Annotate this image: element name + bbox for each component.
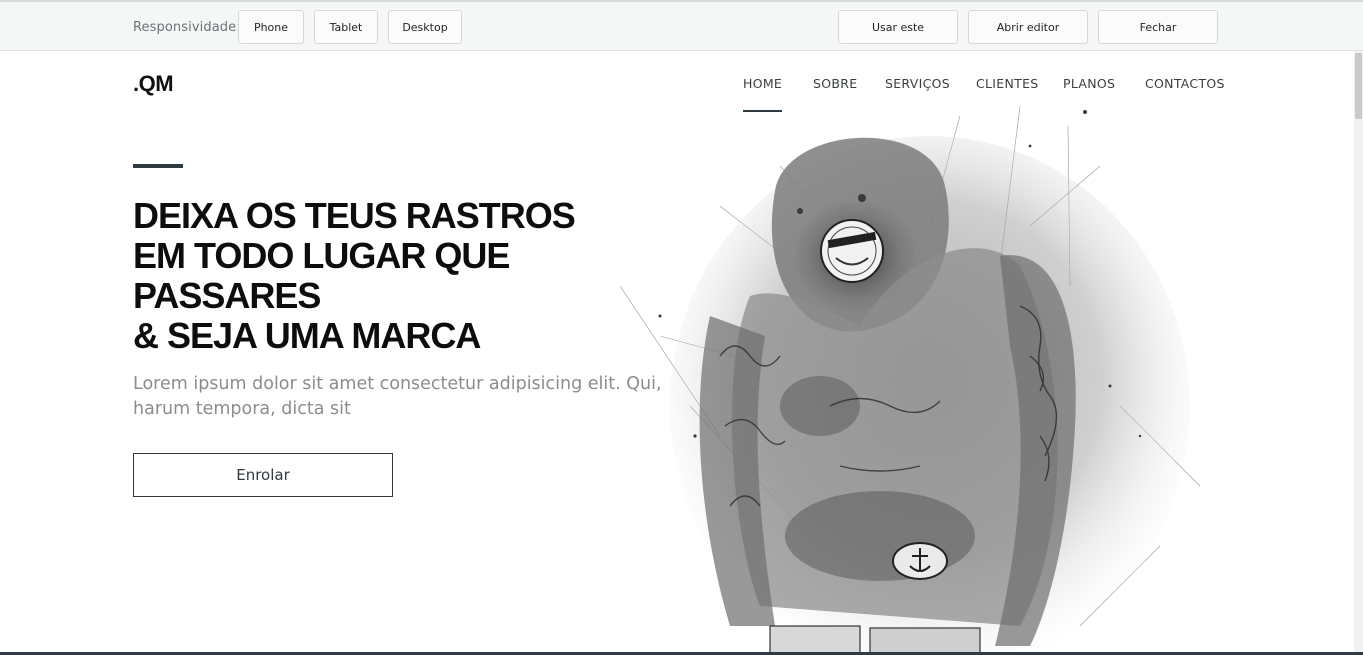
nav-sobre[interactable]: SOBRE [813, 76, 857, 91]
site-preview: .QM HOME SOBRE SERVIÇOS CLIENTES PLANOS … [0, 51, 1354, 655]
close-button[interactable]: Fechar [1098, 10, 1218, 44]
phone-view-button[interactable]: Phone [238, 10, 304, 44]
nav-home[interactable]: HOME [743, 76, 783, 112]
page-scrollbar[interactable] [1354, 51, 1363, 655]
hero-illustration [619, 106, 1201, 655]
preview-toolbar: Responsividade: Phone Tablet Desktop Usa… [0, 0, 1363, 51]
open-editor-button[interactable]: Abrir editor [968, 10, 1088, 44]
nav-clientes[interactable]: CLIENTES [976, 76, 1039, 91]
nav-planos[interactable]: PLANOS [1063, 76, 1115, 91]
use-template-button[interactable]: Usar este [838, 10, 958, 44]
responsive-label: Responsividade: [133, 20, 241, 35]
tablet-view-button[interactable]: Tablet [314, 10, 378, 44]
nav-servicos[interactable]: SERVIÇOS [885, 76, 950, 91]
enroll-button[interactable]: Enrolar [133, 453, 393, 497]
nav-contactos[interactable]: CONTACTOS [1145, 76, 1225, 91]
scrollbar-thumb[interactable] [1355, 53, 1362, 119]
desktop-view-button[interactable]: Desktop [388, 10, 462, 44]
headline-accent-bar [133, 164, 183, 168]
